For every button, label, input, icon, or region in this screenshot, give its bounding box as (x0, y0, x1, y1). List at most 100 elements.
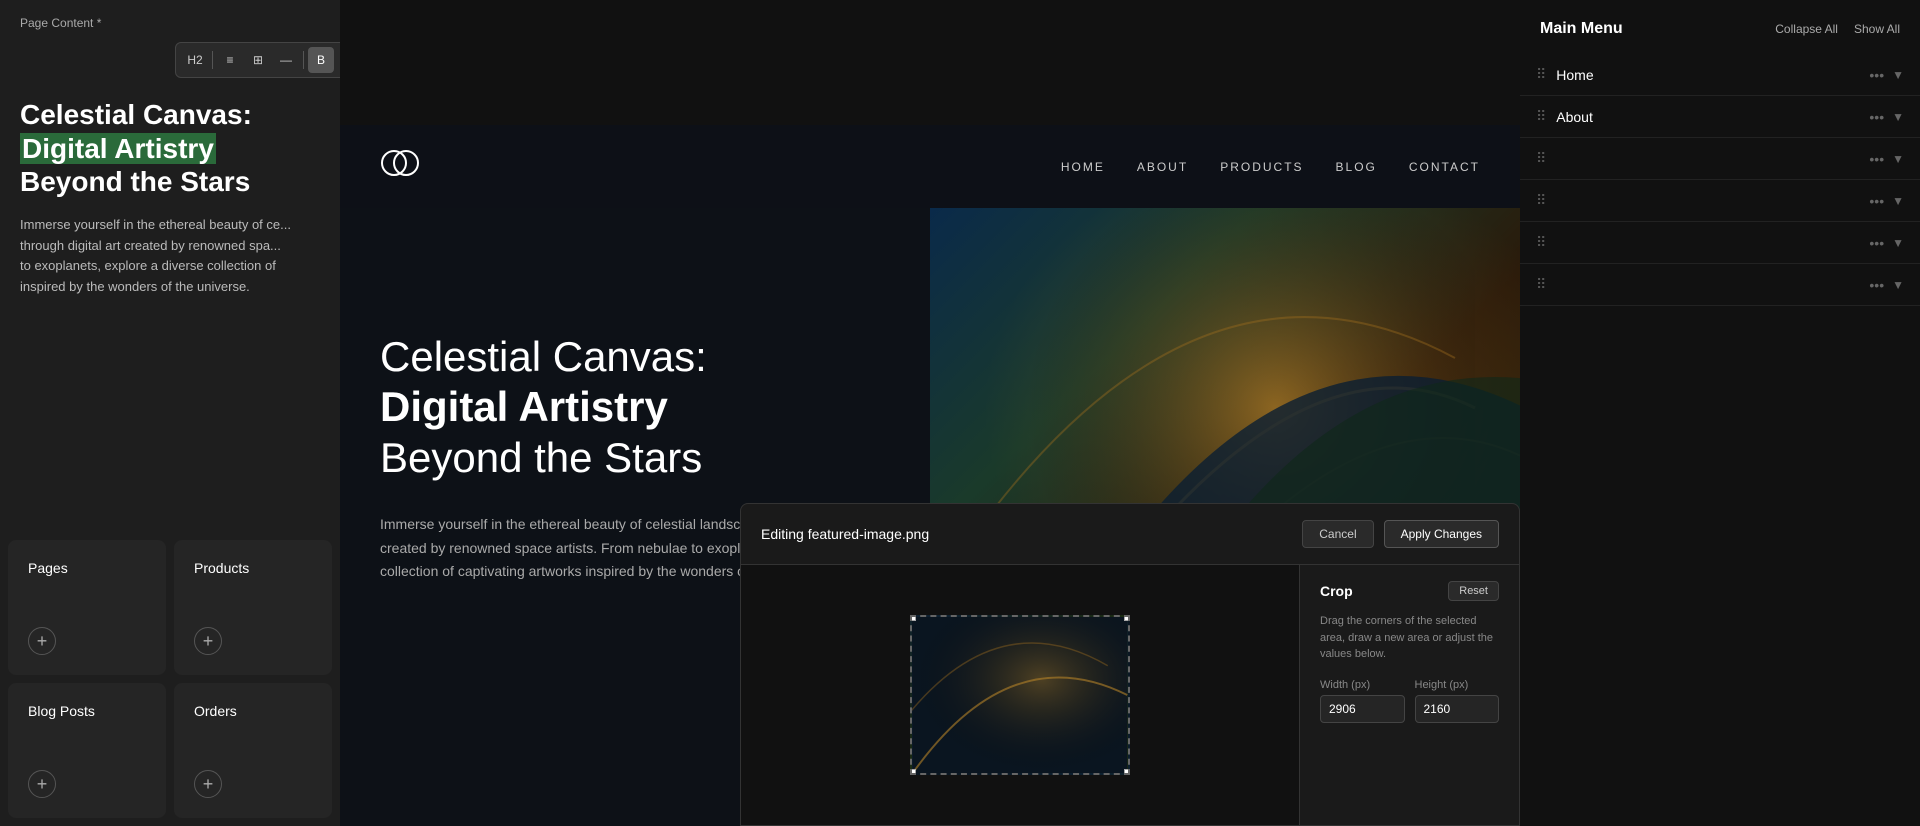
menu-items-list: ⠿ Home ••• ▼ ⠿ About ••• ▼ ⠿ ••• ▼ ⠿ (1520, 54, 1920, 826)
crop-reset-button[interactable]: Reset (1448, 581, 1499, 601)
products-add-button[interactable]: + (194, 627, 222, 655)
rule-btn[interactable]: — (273, 47, 299, 73)
toolbar-divider-1 (212, 51, 213, 69)
crop-height-field: Height (px) (1415, 679, 1500, 723)
nav-contact[interactable]: CONTACT (1409, 160, 1480, 174)
list-btn[interactable]: ⊞ (245, 47, 271, 73)
crop-height-input[interactable] (1415, 695, 1500, 723)
cancel-button[interactable]: Cancel (1302, 520, 1373, 548)
nav-about[interactable]: ABOUT (1137, 160, 1188, 174)
editing-title: Editing featured-image.png (761, 526, 929, 542)
crop-label: Crop (1320, 583, 1353, 599)
title-text-before: Celestial Canvas: (20, 99, 252, 130)
title-text-after: Beyond the Stars (20, 166, 250, 197)
crop-description: Drag the corners of the selected area, d… (1320, 613, 1499, 663)
orders-add-button[interactable]: + (194, 770, 222, 798)
crop-title-row: Crop Reset (1320, 581, 1499, 601)
collapse-all-button[interactable]: Collapse All (1775, 22, 1838, 36)
menu-item-5-chevron[interactable]: ▼ (1892, 236, 1904, 250)
menu-item-3[interactable]: ⠿ ••• ▼ (1520, 138, 1920, 180)
menu-item-3-actions: ••• ▼ (1869, 151, 1904, 167)
center-preview: HOME ABOUT PRODUCTS BLOG CONTACT Celesti… (340, 0, 1520, 826)
menu-item-about-dots[interactable]: ••• (1869, 109, 1884, 125)
menu-item-4[interactable]: ⠿ ••• ▼ (1520, 180, 1920, 222)
drag-handle-home: ⠿ (1536, 66, 1546, 83)
hero-title: Celestial Canvas: Digital Artistry Beyon… (380, 332, 890, 483)
italic-btn[interactable]: I (336, 47, 340, 73)
menu-item-about-label: About (1556, 109, 1869, 125)
hero-title-line3: Beyond the Stars (380, 434, 702, 481)
crop-handle-bl[interactable] (910, 769, 916, 775)
blog-posts-card-title: Blog Posts (28, 703, 146, 719)
drag-handle-about: ⠿ (1536, 108, 1546, 125)
blog-posts-card[interactable]: Blog Posts + (8, 683, 166, 818)
align-btn[interactable]: ≡ (217, 47, 243, 73)
image-crop-box[interactable] (910, 615, 1130, 775)
menu-item-3-dots[interactable]: ••• (1869, 151, 1884, 167)
title-highlight: Digital Artistry (20, 133, 216, 164)
products-card[interactable]: Products + (174, 540, 332, 675)
crop-height-label: Height (px) (1415, 679, 1500, 691)
menu-item-5[interactable]: ⠿ ••• ▼ (1520, 222, 1920, 264)
crop-handle-tr[interactable] (1124, 615, 1130, 621)
menu-item-4-chevron[interactable]: ▼ (1892, 194, 1904, 208)
site-logo (380, 145, 420, 188)
text-formatting-toolbar: H2 ≡ ⊞ — B I U S X₂ X² <> ⬡ ✏ (175, 42, 340, 78)
menu-item-6-dots[interactable]: ••• (1869, 277, 1884, 293)
menu-item-6-chevron[interactable]: ▼ (1892, 278, 1904, 292)
right-panel: Main Menu Collapse All Show All ⠿ Home •… (1520, 0, 1920, 826)
menu-item-home[interactable]: ⠿ Home ••• ▼ (1520, 54, 1920, 96)
editing-body: Crop Reset Drag the corners of the selec… (741, 565, 1519, 825)
menu-item-6[interactable]: ⠿ ••• ▼ (1520, 264, 1920, 306)
main-menu-title: Main Menu (1540, 20, 1623, 38)
page-content-label: Page Content * (0, 0, 340, 38)
page-title: Celestial Canvas: Digital Artistry Beyon… (20, 98, 320, 199)
image-preview-area (741, 565, 1299, 825)
menu-item-home-actions: ••• ▼ (1869, 67, 1904, 83)
orders-card-title: Orders (194, 703, 312, 719)
site-nav: HOME ABOUT PRODUCTS BLOG CONTACT (340, 125, 1520, 208)
header-actions: Collapse All Show All (1775, 22, 1900, 36)
products-card-title: Products (194, 560, 312, 576)
menu-item-5-dots[interactable]: ••• (1869, 235, 1884, 251)
show-all-button[interactable]: Show All (1854, 22, 1900, 36)
drag-handle-3: ⠿ (1536, 150, 1546, 167)
crop-controls: Crop Reset Drag the corners of the selec… (1299, 565, 1519, 825)
pages-add-button[interactable]: + (28, 627, 56, 655)
menu-item-3-chevron[interactable]: ▼ (1892, 152, 1904, 166)
crop-fields: Width (px) Height (px) (1320, 679, 1499, 723)
site-nav-links: HOME ABOUT PRODUCTS BLOG CONTACT (1061, 160, 1480, 174)
menu-item-home-dots[interactable]: ••• (1869, 67, 1884, 83)
bold-btn[interactable]: B (308, 47, 334, 73)
hero-title-line2: Digital Artistry (380, 383, 668, 430)
crop-handle-br[interactable] (1124, 769, 1130, 775)
crop-width-field: Width (px) (1320, 679, 1405, 723)
menu-item-about-chevron[interactable]: ▼ (1892, 110, 1904, 124)
menu-item-about[interactable]: ⠿ About ••• ▼ (1520, 96, 1920, 138)
blog-posts-add-button[interactable]: + (28, 770, 56, 798)
menu-item-6-actions: ••• ▼ (1869, 277, 1904, 293)
menu-item-4-dots[interactable]: ••• (1869, 193, 1884, 209)
nav-blog[interactable]: BLOG (1336, 160, 1377, 174)
drag-handle-5: ⠿ (1536, 234, 1546, 251)
drag-handle-6: ⠿ (1536, 276, 1546, 293)
nav-products[interactable]: PRODUCTS (1220, 160, 1303, 174)
crop-width-input[interactable] (1320, 695, 1405, 723)
editing-panel: Editing featured-image.png Cancel Apply … (740, 503, 1520, 826)
menu-item-5-actions: ••• ▼ (1869, 235, 1904, 251)
menu-item-4-actions: ••• ▼ (1869, 193, 1904, 209)
editing-header-btns: Cancel Apply Changes (1302, 520, 1499, 548)
pages-card[interactable]: Pages + (8, 540, 166, 675)
apply-changes-button[interactable]: Apply Changes (1384, 520, 1499, 548)
menu-item-about-actions: ••• ▼ (1869, 109, 1904, 125)
nav-home[interactable]: HOME (1061, 160, 1105, 174)
editing-header: Editing featured-image.png Cancel Apply … (741, 504, 1519, 565)
pages-card-title: Pages (28, 560, 146, 576)
drag-handle-4: ⠿ (1536, 192, 1546, 209)
heading-btn[interactable]: H2 (182, 47, 208, 73)
orders-card[interactable]: Orders + (174, 683, 332, 818)
right-panel-header: Main Menu Collapse All Show All (1520, 0, 1920, 54)
menu-item-home-chevron[interactable]: ▼ (1892, 68, 1904, 82)
crop-handle-tl[interactable] (910, 615, 916, 621)
cards-grid: Pages + Products + Blog Posts + Orders + (0, 532, 340, 826)
